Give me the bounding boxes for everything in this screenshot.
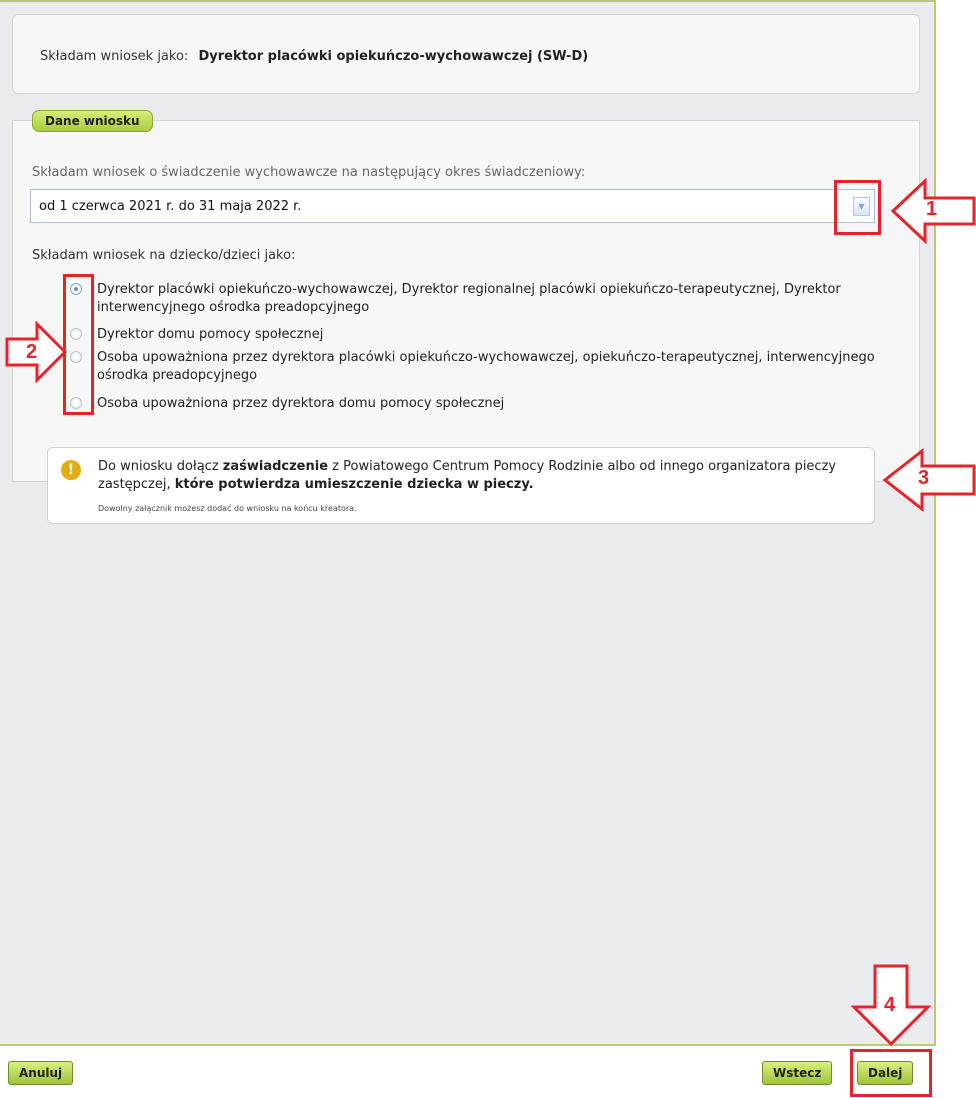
role-label: Składam wniosek jako: (40, 49, 189, 64)
section-title: Dane wniosku (32, 110, 153, 132)
annotation-number-2: 2 (26, 341, 38, 363)
role-line: Składam wniosek jako: Dyrektor placówki … (40, 49, 588, 64)
info-note: Dowolny załącznik możesz dodać do wniosk… (98, 504, 357, 513)
children-question: Składam wniosek na dziecko/dzieci jako: (32, 248, 296, 263)
attachment-info-box: ! Do wniosku dołącz zaświadczenie z Powi… (47, 447, 875, 524)
radio-label: Dyrektor domu pomocy społecznej (97, 327, 324, 342)
role-value: Dyrektor placówki opiekuńczo-wychowawcze… (198, 49, 589, 64)
bottom-divider (0, 1044, 936, 1046)
radio-label: Dyrektor placówki opiekuńczo-wychowawcze… (97, 282, 841, 315)
annotation-number-4: 4 (884, 994, 896, 1016)
cancel-button[interactable]: Anuluj (8, 1061, 74, 1085)
exclamation-icon: ! (61, 460, 81, 480)
period-question: Składam wniosek o świadczenie wychowawcz… (32, 165, 586, 180)
back-button[interactable]: Wstecz (762, 1061, 833, 1085)
next-button[interactable]: Dalej (857, 1061, 914, 1085)
info-text: Do wniosku dołącz zaświadczenie z Powiat… (98, 459, 837, 492)
annotation-highlight-1 (834, 180, 881, 235)
right-divider (934, 0, 936, 1046)
annotation-number-1: 1 (926, 198, 938, 220)
role-header-box: Składam wniosek jako: Dyrektor placówki … (12, 14, 920, 94)
annotation-number-3: 3 (918, 467, 930, 489)
radio-label: Osoba upoważniona przez dyrektora placów… (97, 350, 875, 383)
top-divider (0, 0, 936, 2)
period-select[interactable]: od 1 czerwca 2021 r. do 31 maja 2022 r. … (30, 189, 875, 223)
wizard-panel: Składam wniosek jako: Dyrektor placówki … (0, 0, 936, 1046)
period-select-value: od 1 czerwca 2021 r. do 31 maja 2022 r. (39, 199, 302, 214)
radio-label: Osoba upoważniona przez dyrektora domu p… (97, 396, 505, 411)
